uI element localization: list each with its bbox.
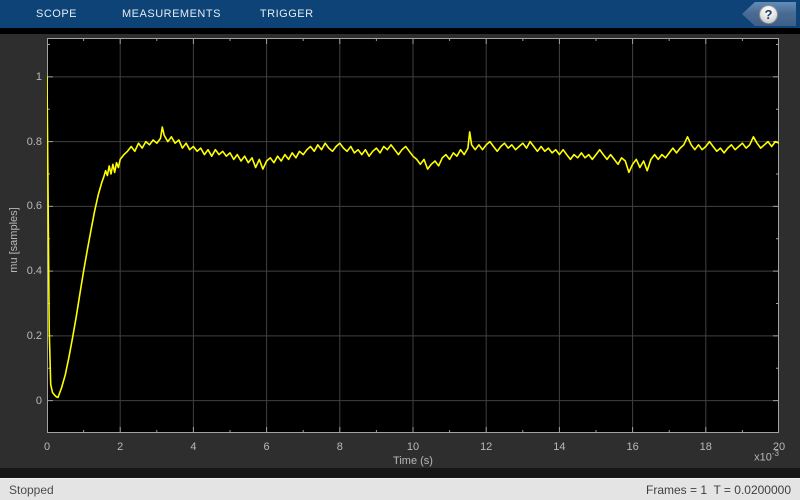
y-axis-label: mu [samples] bbox=[8, 207, 20, 273]
y-tick-label: 0.4 bbox=[26, 265, 42, 278]
tab-trigger[interactable]: TRIGGER bbox=[260, 0, 314, 28]
frames-time-readout: Frames = 1 T = 0.0200000 bbox=[646, 482, 791, 497]
y-tick-label: 0.8 bbox=[26, 135, 42, 148]
status-text: Stopped bbox=[9, 482, 54, 497]
tab-measurements[interactable]: MEASUREMENTS bbox=[122, 0, 221, 28]
y-tick-label: 0.6 bbox=[26, 200, 42, 213]
x-axis-multiplier: x10-3 bbox=[754, 449, 779, 464]
tab-scope[interactable]: SCOPE bbox=[36, 0, 77, 28]
y-tick-label: 0 bbox=[35, 394, 42, 407]
y-tick-label: 1 bbox=[35, 70, 42, 83]
toolstrip: SCOPE MEASUREMENTS TRIGGER ? bbox=[0, 0, 800, 28]
scope-plot-canvas[interactable] bbox=[47, 38, 779, 433]
help-icon[interactable]: ? bbox=[759, 4, 778, 24]
scope-display-panel: 0 2 4 6 8 10 12 14 16 18 20 0 0.2 0.4 0.6 0.8 1 Time (s)… bbox=[0, 34, 800, 468]
help-button[interactable]: ? bbox=[742, 2, 796, 26]
status-bar: Stopped Frames = 1 T = 0.0200000 bbox=[0, 478, 800, 500]
statusbar-separator bbox=[0, 468, 800, 478]
y-tick-label: 0.2 bbox=[26, 329, 42, 342]
